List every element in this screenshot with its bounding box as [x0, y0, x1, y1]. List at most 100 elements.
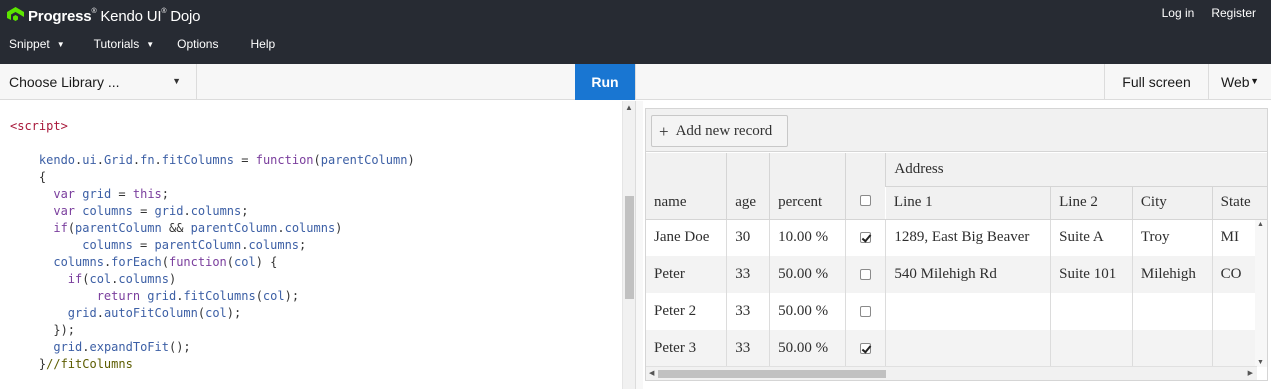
library-select-label: Choose Library ...	[9, 74, 120, 90]
menu-options[interactable]: Options	[177, 37, 218, 51]
code-text[interactable]: <script> kendo.ui.Grid.fn.fitColumns = f…	[10, 118, 415, 373]
column-header-line2[interactable]: Line 2	[1050, 186, 1133, 220]
cell-age[interactable]: 30	[726, 219, 770, 256]
code-line: columns.forEach(function(col) {	[53, 255, 278, 269]
cell-age[interactable]: 33	[726, 256, 770, 293]
code-line: }//fitColumns	[10, 357, 133, 371]
checkbox-icon[interactable]	[860, 232, 872, 244]
grid-toolbar: + Add new record	[646, 109, 1267, 152]
menu-help-label: Help	[250, 37, 276, 51]
row-checkbox-cell[interactable]	[844, 293, 886, 330]
cell-percent[interactable]: 10.00 %	[769, 219, 846, 256]
cell-percent[interactable]: 50.00 %	[769, 256, 846, 293]
scroll-arrow-icon[interactable]: ▲	[1257, 221, 1264, 228]
chevron-down-icon: ▼	[56, 39, 65, 49]
cell-line2[interactable]	[1050, 293, 1133, 330]
cell-line1[interactable]: 1289, East Big Beaver	[885, 219, 1051, 256]
toolbar-divider	[635, 64, 636, 100]
scroll-arrow-icon[interactable]: ▲	[625, 103, 633, 112]
editor-scroll-thumb[interactable]	[625, 196, 634, 299]
column-header-age[interactable]: age	[726, 153, 770, 220]
cell-line2[interactable]: Suite 101	[1050, 256, 1133, 293]
scroll-arrow-icon[interactable]: ▼	[1257, 359, 1264, 366]
menu-tutorials-label: Tutorials	[93, 37, 140, 51]
cell-name[interactable]: Peter	[646, 256, 727, 293]
cell-age[interactable]: 33	[726, 330, 770, 367]
view-select[interactable]: Web ▼	[1208, 64, 1271, 100]
column-header-city[interactable]: City	[1131, 186, 1213, 220]
cell-city[interactable]: Milehigh	[1131, 256, 1213, 293]
chevron-down-icon: ▼	[146, 39, 155, 49]
main-menu: Snippet ▼ Tutorials ▼ Options Help	[0, 37, 295, 51]
column-group-address: Address	[885, 153, 1267, 187]
add-new-record-label: Add new record	[675, 122, 773, 139]
cell-city[interactable]: Troy	[1131, 219, 1213, 256]
cell-name[interactable]: Jane Doe	[646, 219, 727, 256]
pane-splitter[interactable]	[635, 101, 643, 389]
code-editor[interactable]: <script> kendo.ui.Grid.fn.fitColumns = f…	[0, 101, 622, 389]
row-checkbox-cell[interactable]	[844, 256, 886, 293]
code-line: grid.autoFitColumn(col);	[67, 306, 242, 320]
table-row[interactable]: Peter 3 33 50.00 %	[646, 330, 1267, 367]
cell-line1[interactable]: 540 Milehigh Rd	[885, 256, 1051, 293]
view-select-label: Web	[1221, 74, 1250, 90]
cell-line1[interactable]	[885, 293, 1051, 330]
editor-toolbar: Choose Library ... ▼ Run Full screen Web…	[0, 64, 1271, 100]
column-header-percent[interactable]: percent	[769, 153, 846, 220]
top-header: Progress® Kendo UI® Dojo Log in Register…	[0, 0, 1271, 64]
column-header-select-all[interactable]	[844, 153, 886, 220]
table-row[interactable]: Peter 33 50.00 % 540 Milehigh Rd Suite 101 Mi…	[646, 256, 1267, 293]
cell-city[interactable]	[1131, 293, 1213, 330]
fullscreen-button[interactable]: Full screen	[1104, 64, 1208, 100]
checkbox-icon[interactable]	[860, 194, 872, 206]
code-line: });	[10, 323, 76, 337]
cell-percent[interactable]: 50.00 %	[769, 330, 846, 367]
code-line: if(col.columns)	[67, 272, 177, 286]
menu-snippet-label: Snippet	[9, 37, 50, 51]
register-link[interactable]: Register	[1211, 6, 1256, 20]
login-link[interactable]: Log in	[1162, 6, 1195, 20]
code-line: {	[10, 170, 47, 184]
add-new-record-button[interactable]: + Add new record	[651, 115, 788, 147]
column-header-name[interactable]: name	[646, 153, 727, 220]
cell-name[interactable]: Peter 3	[646, 330, 727, 367]
table-row[interactable]: Peter 2 33 50.00 %	[646, 293, 1267, 330]
kendo-grid: + Add new record name age percent Addres…	[645, 108, 1268, 381]
code-line: <script>	[10, 119, 68, 133]
code-line: columns = parentColumn.columns;	[82, 238, 307, 252]
scroll-arrow-icon[interactable]: ▶	[1248, 369, 1253, 377]
code-line: if(parentColumn && parentColumn.columns)	[53, 221, 343, 235]
column-header-state[interactable]: State	[1211, 186, 1267, 220]
cell-age[interactable]: 33	[726, 293, 770, 330]
cell-line2[interactable]	[1050, 330, 1133, 367]
checkbox-icon[interactable]	[860, 269, 872, 281]
code-line: var grid = this;	[53, 187, 170, 201]
grid-vertical-scrollbar[interactable]: ▲ ▼	[1255, 220, 1267, 367]
checkbox-icon[interactable]	[860, 343, 872, 355]
logo-text: Progress® Kendo UI® Dojo	[28, 7, 201, 25]
progress-logo-icon	[7, 7, 24, 21]
row-checkbox-cell[interactable]	[844, 330, 886, 367]
library-select[interactable]: Choose Library ... ▼	[0, 64, 197, 100]
column-header-line1[interactable]: Line 1	[885, 186, 1051, 220]
table-row[interactable]: Jane Doe 30 10.00 % 1289, East Big Beaver Su…	[646, 219, 1267, 256]
cell-line2[interactable]: Suite A	[1050, 219, 1133, 256]
cell-name[interactable]: Peter 2	[646, 293, 727, 330]
row-checkbox-cell[interactable]	[844, 219, 886, 256]
code-line: kendo.ui.Grid.fn.fitColumns = function(p…	[38, 153, 415, 167]
cell-line1[interactable]	[885, 330, 1051, 367]
code-line: grid.expandToFit();	[53, 340, 191, 354]
menu-tutorials[interactable]: Tutorials ▼	[94, 37, 155, 51]
editor-scrollbar[interactable]: ▲	[622, 101, 635, 389]
grid-horizontal-scrollbar[interactable]: ◀ ▶	[646, 366, 1257, 380]
menu-help[interactable]: Help	[250, 37, 275, 51]
progress-logo[interactable]: Progress® Kendo UI® Dojo	[7, 6, 201, 26]
menu-snippet[interactable]: Snippet ▼	[9, 37, 65, 51]
cell-city[interactable]	[1131, 330, 1213, 367]
checkbox-icon[interactable]	[860, 306, 872, 318]
grid-scroll-thumb[interactable]	[658, 370, 886, 378]
scroll-arrow-icon[interactable]: ◀	[649, 369, 654, 377]
grid-table: name age percent Address Line 1 Line 2 C…	[646, 153, 1267, 367]
run-button[interactable]: Run	[575, 64, 635, 100]
cell-percent[interactable]: 50.00 %	[769, 293, 846, 330]
